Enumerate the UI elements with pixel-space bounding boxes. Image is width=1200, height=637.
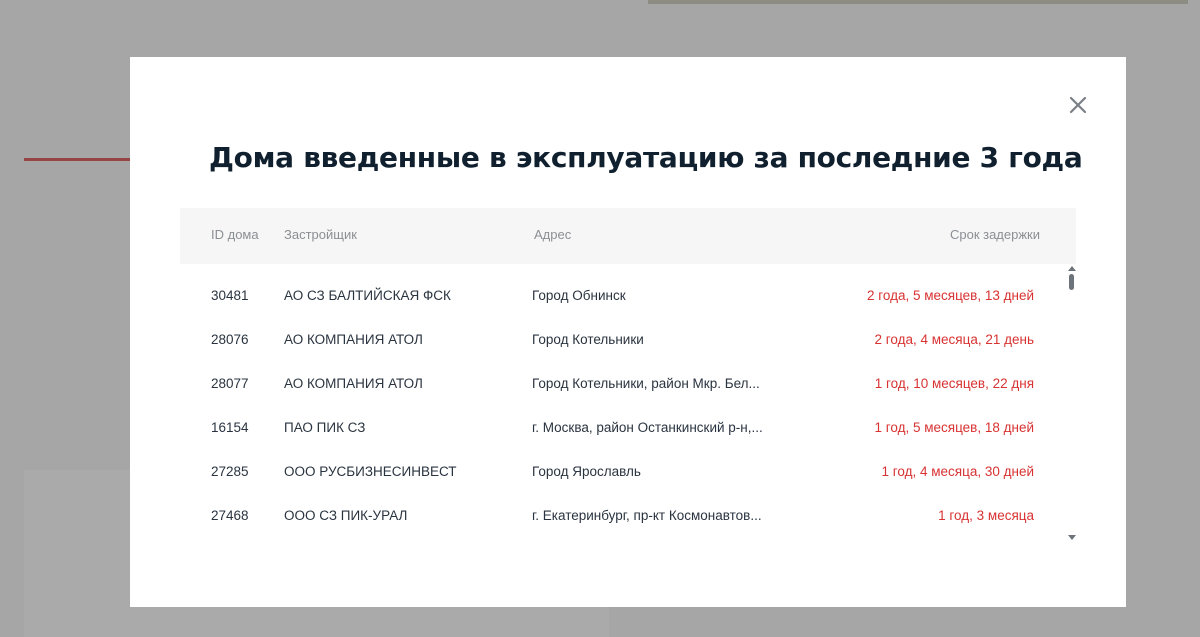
cell-id: 30481 — [211, 288, 249, 303]
table-row[interactable]: 28076 АО КОМПАНИЯ АТОЛ Город Котельники … — [180, 320, 1076, 364]
cell-address: Город Ярославль — [532, 464, 641, 479]
cell-delay: 1 год, 5 месяцев, 18 дней — [874, 420, 1035, 435]
cell-developer: ПАО ПИК СЗ — [284, 420, 366, 435]
table-row[interactable]: 28077 АО КОМПАНИЯ АТОЛ Город Котельники,… — [180, 364, 1076, 408]
cell-id: 28076 — [211, 332, 249, 347]
cell-id: 27468 — [211, 508, 249, 523]
table-header: ID дома Застройщик Адрес Срок задержки — [180, 208, 1076, 264]
cell-developer: ООО СЗ ПИК-УРАЛ — [284, 508, 408, 523]
table-row[interactable]: 27285 ООО РУСБИЗНЕСИНВЕСТ Город Ярославл… — [180, 452, 1076, 496]
cell-developer: АО КОМПАНИЯ АТОЛ — [284, 376, 423, 391]
cell-developer: АО СЗ БАЛТИЙСКАЯ ФСК — [284, 288, 451, 303]
scroll-up-arrow-icon[interactable] — [1067, 266, 1077, 272]
table-row[interactable]: 30481 АО СЗ БАЛТИЙСКАЯ ФСК Город Обнинск… — [180, 276, 1076, 320]
modal-title: Дома введенные в эксплуатацию за последн… — [209, 141, 1083, 174]
cell-developer: АО КОМПАНИЯ АТОЛ — [284, 332, 423, 347]
column-header-developer: Застройщик — [284, 227, 357, 242]
table-body[interactable]: 30481 АО СЗ БАЛТИЙСКАЯ ФСК Город Обнинск… — [180, 276, 1076, 540]
cell-delay: 2 года, 4 месяца, 21 день — [874, 332, 1034, 347]
cell-address: г. Екатеринбург, пр-кт Космонавтов... — [532, 508, 762, 523]
cell-id: 28077 — [211, 376, 249, 391]
cell-delay: 1 год, 3 месяца — [938, 508, 1034, 523]
table-row[interactable]: 27468 ООО СЗ ПИК-УРАЛ г. Екатеринбург, п… — [180, 496, 1076, 540]
table-scrollbar[interactable] — [1067, 266, 1077, 540]
cell-address: г. Москва, район Останкинский р-н,... — [532, 420, 763, 435]
cell-delay: 2 года, 5 месяцев, 13 дней — [866, 288, 1034, 303]
cell-address: Город Обнинск — [532, 288, 626, 303]
scroll-down-arrow-icon[interactable] — [1067, 534, 1077, 540]
close-icon — [1069, 96, 1087, 114]
modal-dialog: Дома введенные в эксплуатацию за последн… — [130, 57, 1126, 607]
cell-id: 16154 — [211, 420, 249, 435]
cell-developer: ООО РУСБИЗНЕСИНВЕСТ — [284, 464, 457, 479]
scrollbar-thumb[interactable] — [1069, 274, 1074, 290]
cell-delay: 1 год, 10 месяцев, 22 дня — [874, 376, 1034, 391]
cell-delay: 1 год, 4 месяца, 30 дней — [881, 464, 1034, 479]
column-header-id: ID дома — [211, 227, 259, 242]
cell-address: Город Котельники, район Мкр. Бел... — [532, 376, 760, 391]
column-header-address: Адрес — [534, 227, 572, 242]
table-row[interactable]: 16154 ПАО ПИК СЗ г. Москва, район Останк… — [180, 408, 1076, 452]
cell-id: 27285 — [211, 464, 249, 479]
column-header-delay: Срок задержки — [949, 227, 1040, 242]
close-button[interactable] — [1066, 93, 1090, 117]
cell-address: Город Котельники — [532, 332, 644, 347]
